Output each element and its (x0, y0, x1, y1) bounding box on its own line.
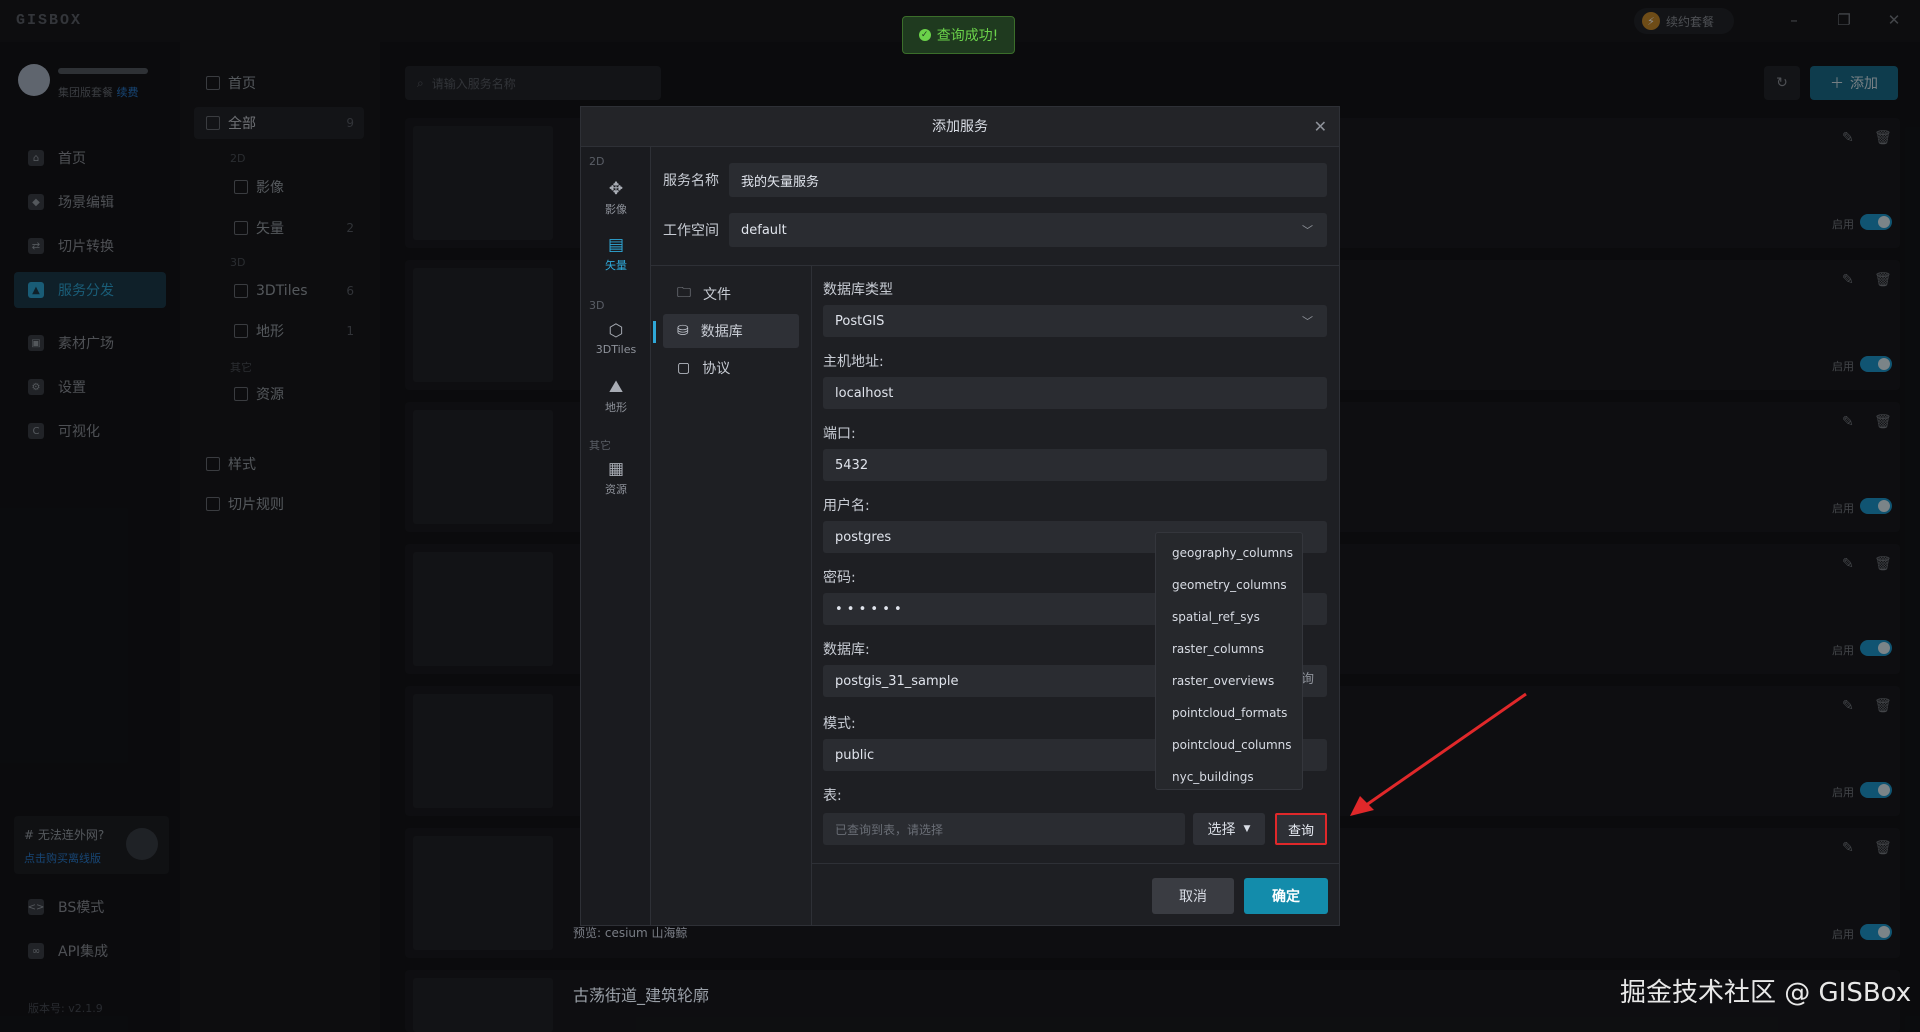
doc-icon: ▢ (677, 360, 691, 376)
divider (651, 265, 1339, 266)
chevron-down-icon: ﹀ (1302, 315, 1313, 328)
dialog-title: 添加服务 (581, 107, 1339, 147)
type-vector[interactable]: ▤ 矢量 (581, 229, 651, 285)
dropdown-option[interactable]: nyc_buildings (1156, 761, 1302, 793)
satellite-icon: ✥ (608, 179, 624, 199)
caret-down-icon: ▼ (1243, 824, 1251, 834)
toast-text: 查询成功! (936, 28, 999, 44)
type-section-other: 其它 (589, 439, 611, 452)
type-resource[interactable]: ▦ 资源 (581, 453, 651, 509)
card-title: 古荡街道_建筑轮廓 (573, 986, 710, 1005)
arrow-shaft (1361, 692, 1527, 810)
check-icon: ✓ (918, 29, 931, 41)
dropdown-option[interactable]: pointcloud_columns (1156, 729, 1302, 761)
watermark: 掘金技术社区 @ GISBox (1620, 978, 1912, 1008)
host-input[interactable]: localhost (823, 377, 1327, 409)
table-dropdown: geography_columns geometry_columns spati… (1155, 532, 1303, 790)
arrow-head (1350, 796, 1374, 816)
dropdown-option[interactable]: geography_columns (1156, 537, 1302, 569)
add-service-dialog: 添加服务 ✕ 2D ✥ 影像 ▤ 矢量 3D ⬡ 3DTiles ⛰ 地形 其它 ▦ 资源… (580, 106, 1340, 926)
dropdown-option[interactable]: spatial_ref_sys (1156, 601, 1302, 633)
resource-icon: ▦ (607, 459, 625, 479)
db-type-label: 数据库类型 (823, 282, 893, 298)
cube-icon: ⬡ (608, 321, 624, 341)
service-name-input[interactable]: 我的矢量服务 (729, 163, 1327, 197)
close-icon[interactable]: ✕ (1314, 107, 1327, 147)
type-section-2d: 2D (589, 155, 605, 168)
table-input[interactable]: 已查询到表，请选择 (823, 813, 1185, 845)
divider (811, 265, 812, 925)
tab-file[interactable]: 🗀 文件 (663, 277, 799, 311)
active-tab-indicator (653, 321, 656, 343)
type-imagery[interactable]: ✥ 影像 (581, 173, 651, 229)
confirm-button[interactable]: 确定 (1244, 878, 1328, 914)
tab-database[interactable]: ⛁ 数据库 (663, 314, 799, 348)
host-label: 主机地址: (823, 354, 884, 370)
dropdown-option[interactable]: geometry_columns (1156, 569, 1302, 601)
divider (811, 863, 1339, 864)
type-terrain[interactable]: ⛰ 地形 (581, 371, 651, 427)
dropdown-option[interactable]: raster_columns (1156, 633, 1302, 665)
tab-protocol[interactable]: ▢ 协议 (663, 351, 799, 385)
preview-links: 预览: cesium 山海鲸 (573, 926, 688, 940)
schema-label: 模式: (823, 716, 856, 732)
table-label: 表: (823, 788, 842, 804)
database-label: 数据库: (823, 642, 870, 658)
type-3dtiles[interactable]: ⬡ 3DTiles (581, 315, 651, 371)
terrain-icon: ⛰ (608, 377, 624, 397)
password-label: 密码: (823, 570, 856, 586)
dropdown-option[interactable]: raster_overviews (1156, 665, 1302, 697)
dropdown-option[interactable]: pointcloud_formats (1156, 697, 1302, 729)
map-icon: ▤ (607, 235, 625, 255)
workspace-label: 工作空间 (663, 223, 719, 239)
service-name-label: 服务名称 (663, 173, 719, 189)
cancel-button[interactable]: 取消 (1152, 878, 1234, 914)
workspace-row: 工作空间 (663, 213, 727, 247)
workspace-select[interactable]: default ﹀ (729, 213, 1327, 247)
query-button[interactable]: 查询 (1275, 813, 1327, 845)
type-section-3d: 3D (589, 299, 605, 312)
chevron-down-icon: ﹀ (1302, 224, 1313, 237)
port-input[interactable]: 5432 (823, 449, 1327, 481)
table-select-button[interactable]: 选择 ▼ (1193, 813, 1265, 845)
database-icon: ⛁ (677, 323, 689, 339)
success-toast: ✓ 查询成功! (902, 16, 1015, 54)
username-label: 用户名: (823, 498, 870, 514)
service-type-panel: 2D ✥ 影像 ▤ 矢量 3D ⬡ 3DTiles ⛰ 地形 其它 ▦ 资源 (581, 147, 651, 925)
db-type-select[interactable]: PostGIS ﹀ (823, 305, 1327, 337)
annotation-arrow (1350, 692, 1527, 816)
service-name-row: 服务名称 (663, 163, 727, 197)
port-label: 端口: (823, 426, 856, 442)
folder-icon: 🗀 (677, 285, 691, 301)
